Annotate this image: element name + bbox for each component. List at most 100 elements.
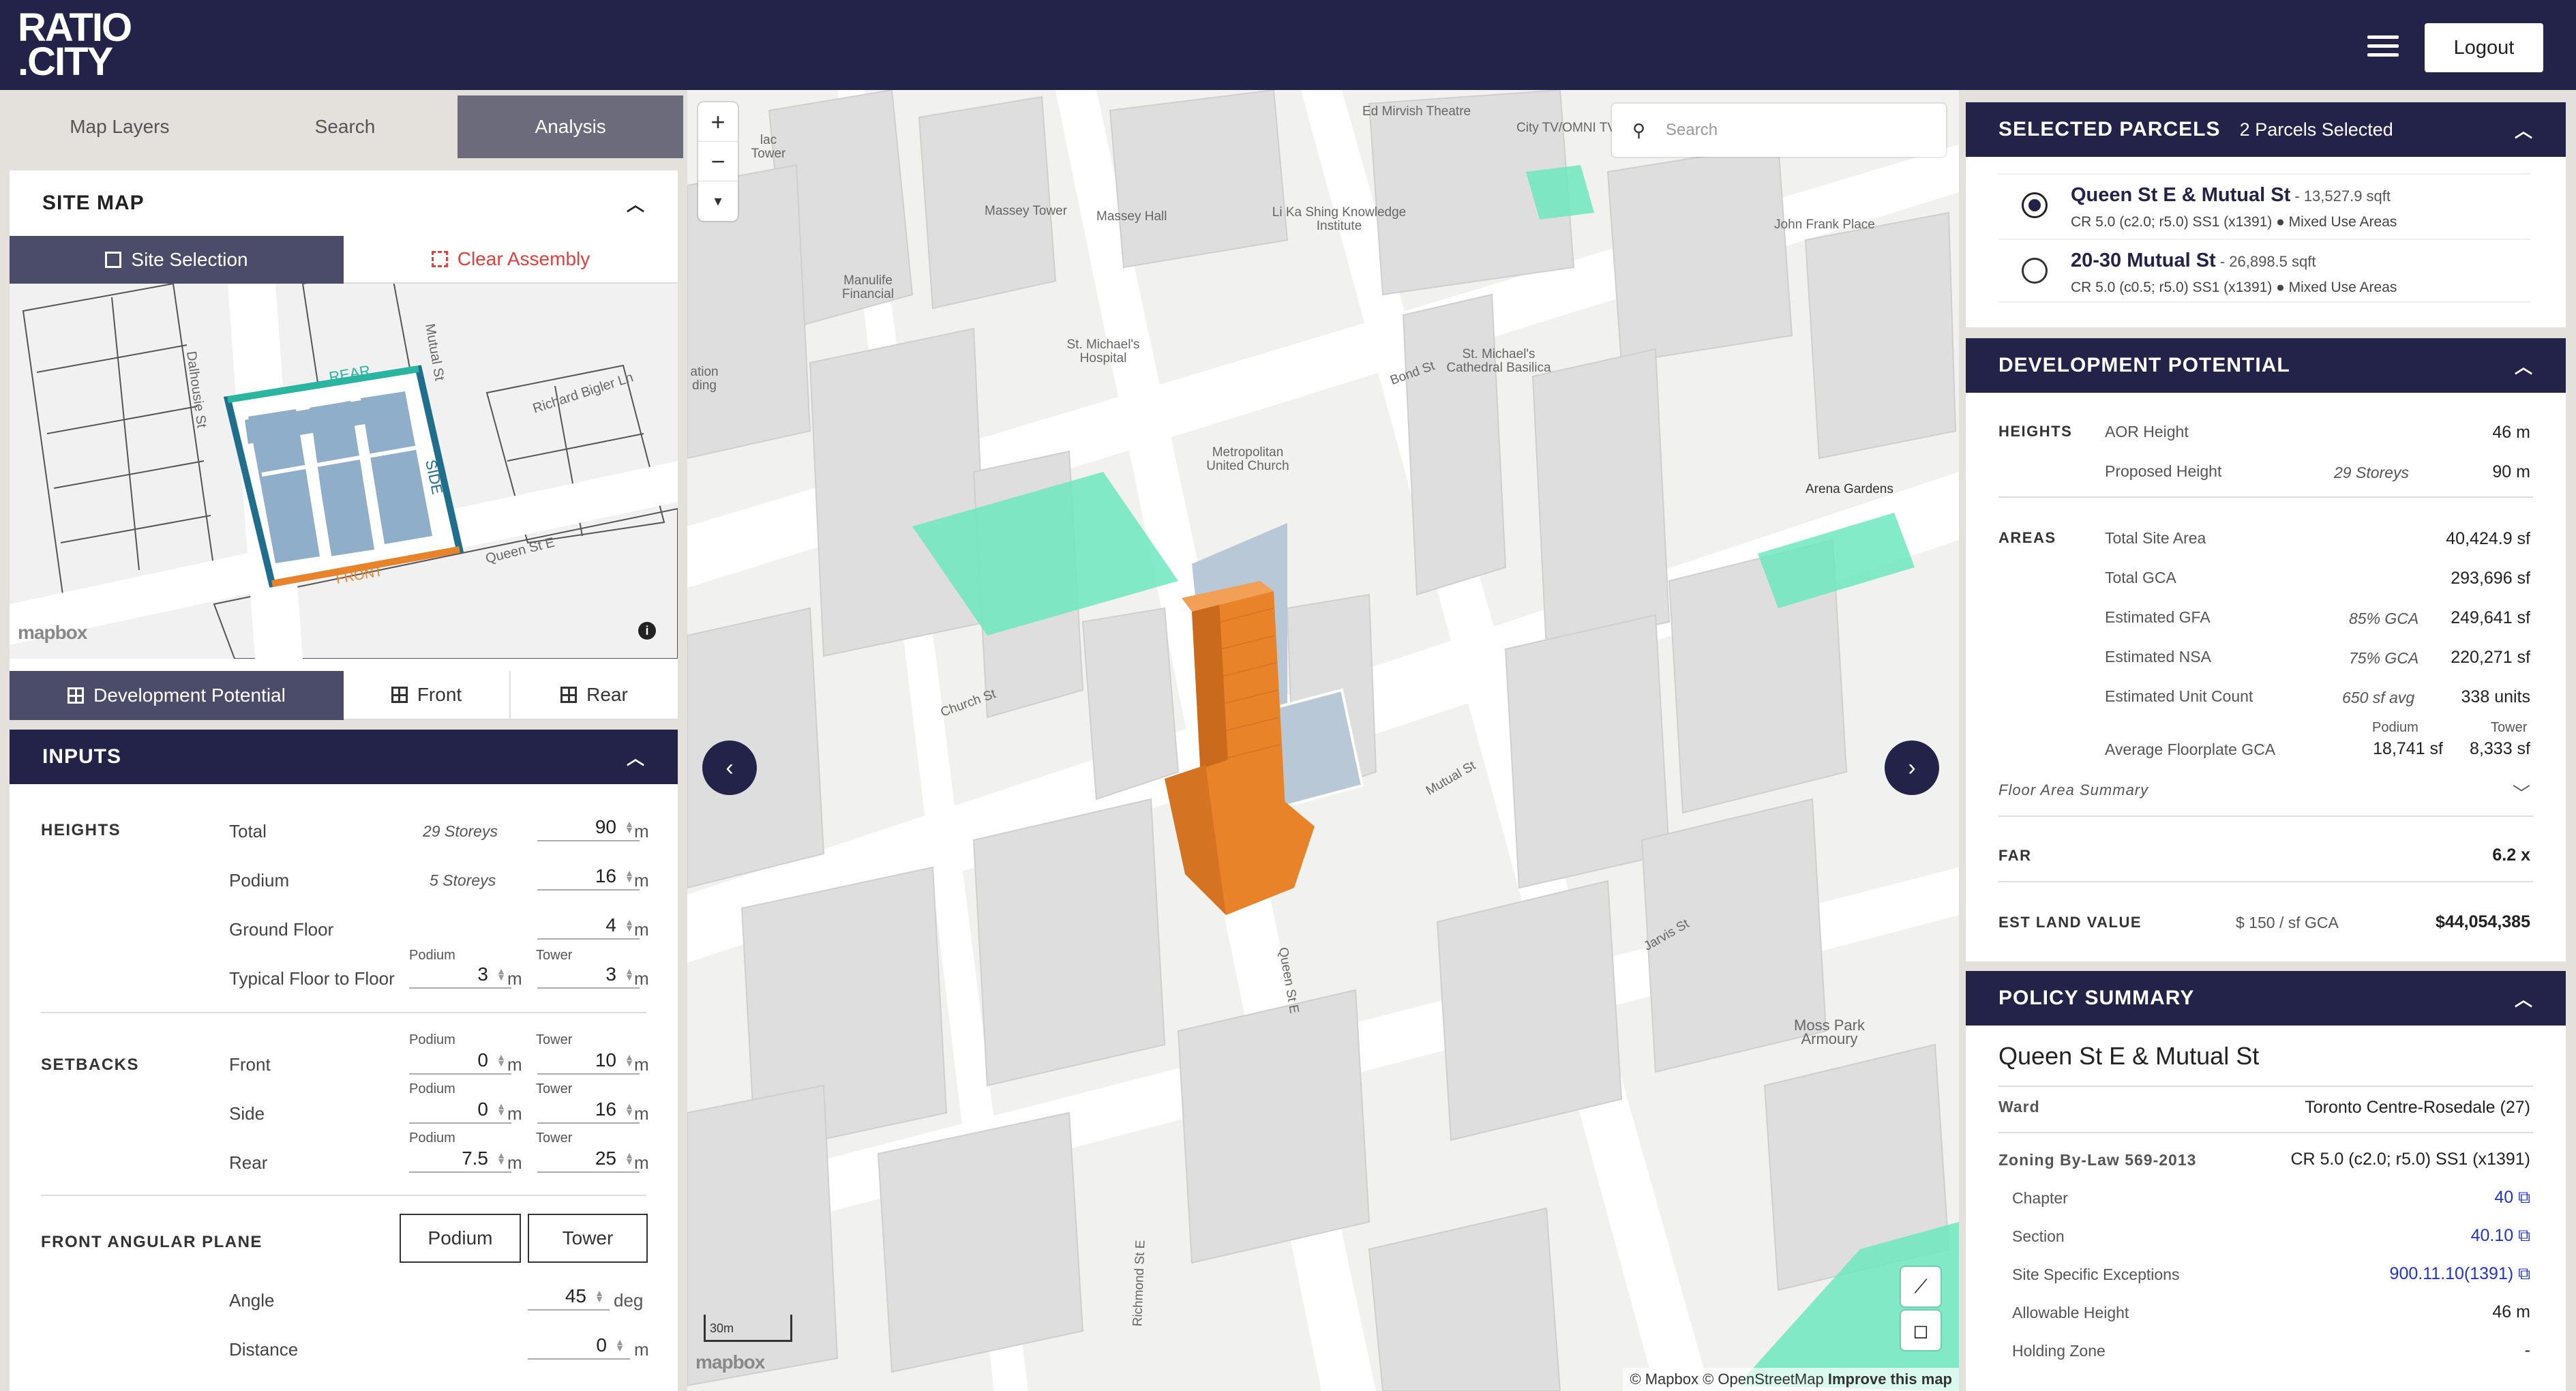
unit-label: m xyxy=(634,1054,649,1075)
policy-summary-card: POLICY SUMMARY ︿ Queen St E & Mutual St … xyxy=(1966,971,2566,1391)
logout-button[interactable]: Logout xyxy=(2425,23,2543,72)
chevron-up-icon[interactable]: ︿ xyxy=(2515,353,2533,378)
chevron-down-icon[interactable]: ﹀ xyxy=(2513,780,2530,805)
development-potential-header[interactable]: DEVELOPMENT POTENTIAL ︿ xyxy=(1966,338,2566,393)
hamburger-menu-icon[interactable] xyxy=(2367,35,2399,59)
stepper-icon[interactable]: ▲ ▼ xyxy=(496,966,506,982)
total-gca-value: 293,696 sf xyxy=(2451,569,2530,588)
holding-zone-label: Holding Zone xyxy=(2012,1342,2106,1360)
stepper-icon[interactable]: ▲ ▼ xyxy=(625,1150,634,1166)
unit-count-label: Estimated Unit Count xyxy=(2105,687,2253,705)
typical-floor-label: Typical Floor to Floor xyxy=(229,968,395,989)
tab-map-layers[interactable]: Map Layers xyxy=(7,95,233,158)
info-icon[interactable]: i xyxy=(638,622,656,640)
stepper-icon[interactable]: ▲ ▼ xyxy=(496,1052,506,1068)
front-setback-label: Front xyxy=(229,1054,271,1075)
measure-line-tool[interactable]: ⟋ xyxy=(1901,1267,1941,1306)
rear-tower-input[interactable]: 25 ▲ ▼ xyxy=(537,1147,640,1173)
side-podium-input[interactable]: 0 ▲ ▼ xyxy=(409,1098,511,1124)
chevron-up-icon[interactable]: ︿ xyxy=(2515,117,2533,143)
fap-podium-button[interactable]: Podium xyxy=(400,1214,521,1263)
clear-assembly-button[interactable]: Clear Assembly xyxy=(344,236,678,284)
land-value-rate: $ 150 / sf GCA xyxy=(2236,914,2339,931)
section-link[interactable]: 40.10 ⧉ xyxy=(2471,1226,2530,1246)
floor-area-summary-toggle[interactable]: Floor Area Summary xyxy=(1998,781,2148,799)
site-mini-map[interactable]: REAR SIDE FRONT Dalhousie St Mutual St R… xyxy=(10,284,678,659)
rear-podium-value: 7.5 xyxy=(462,1148,488,1169)
previous-button[interactable]: ‹ xyxy=(702,741,757,795)
next-button[interactable]: › xyxy=(1885,741,1939,795)
stepper-icon[interactable]: ▲ ▼ xyxy=(625,1052,634,1068)
mapbox-logo: mapbox xyxy=(695,1351,765,1373)
zoom-in-button[interactable]: + xyxy=(698,102,738,142)
site-selection-button[interactable]: Site Selection xyxy=(10,236,344,284)
stepper-icon[interactable]: ▲ ▼ xyxy=(625,868,634,884)
improve-map-link[interactable]: Improve this map xyxy=(1828,1371,1952,1388)
external-link-icon: ⧉ xyxy=(2518,1264,2530,1283)
side-podium-value: 0 xyxy=(477,1098,488,1120)
parcel-item[interactable]: Queen St E & Mutual St - 13,527.9 sqft C… xyxy=(1998,173,2530,237)
rear-tower-value: 25 xyxy=(595,1148,616,1169)
selected-parcels-card: SELECTED PARCELS 2 Parcels Selected ︿ Qu… xyxy=(1966,102,2566,327)
front-view-icon xyxy=(391,687,408,703)
selected-parcels-header[interactable]: SELECTED PARCELS 2 Parcels Selected ︿ xyxy=(1966,102,2566,157)
unit-label: m xyxy=(634,919,649,940)
stepper-icon[interactable]: ▲ ▼ xyxy=(615,1337,625,1353)
estimated-nsa-label: Estimated NSA xyxy=(2105,648,2211,665)
zoning-bylaw-value: CR 5.0 (c2.0; r5.0) SS1 (x1391) xyxy=(2290,1150,2530,1169)
map-search-input[interactable]: ⚲ Search xyxy=(1612,104,1946,157)
zoom-out-button[interactable]: − xyxy=(698,142,738,181)
allowable-height-value: 46 m xyxy=(2492,1302,2530,1321)
development-potential-button[interactable]: Development Potential xyxy=(10,671,344,720)
stepper-icon[interactable]: ▲ ▼ xyxy=(496,1150,506,1166)
stepper-icon[interactable]: ▲ ▼ xyxy=(625,917,634,933)
radio-unselected[interactable] xyxy=(2022,258,2048,284)
mapbox-logo: mapbox xyxy=(18,622,87,643)
total-site-area-value: 40,424.9 sf xyxy=(2446,529,2530,548)
distance-label: Distance xyxy=(229,1339,299,1360)
site-exceptions-link[interactable]: 900.11.10(1391) ⧉ xyxy=(2390,1264,2530,1284)
right-panel: SELECTED PARCELS 2 Parcels Selected ︿ Qu… xyxy=(1959,90,2576,1391)
front-tower-input[interactable]: 10 ▲ ▼ xyxy=(537,1049,640,1075)
stepper-icon[interactable]: ▲ ▼ xyxy=(595,1288,604,1304)
front-tower-value: 10 xyxy=(595,1049,616,1071)
site-exceptions-label: Site Specific Exceptions xyxy=(2012,1266,2180,1283)
chapter-link[interactable]: 40 ⧉ xyxy=(2494,1188,2530,1208)
front-podium-input[interactable]: 0 ▲ ▼ xyxy=(409,1049,511,1075)
side-tower-input[interactable]: 16 ▲ ▼ xyxy=(537,1098,640,1124)
fap-tower-button[interactable]: Tower xyxy=(528,1214,648,1263)
polygon-tool[interactable]: ◻ xyxy=(1901,1311,1941,1350)
3d-map[interactable]: Ed Mirvish Theatre City TV/OMNI TV Masse… xyxy=(687,90,1959,1391)
floorplate-podium-sublabel: Podium xyxy=(2372,720,2418,735)
stepper-icon[interactable]: ▲ ▼ xyxy=(625,819,634,835)
typical-tower-sublabel: Tower xyxy=(536,948,573,963)
stepper-icon[interactable]: ▲ ▼ xyxy=(625,966,634,982)
rear-podium-input[interactable]: 7.5 ▲ ▼ xyxy=(409,1147,511,1173)
stepper-icon[interactable]: ▲ ▼ xyxy=(496,1101,506,1117)
angle-input[interactable]: 45 ▲ ▼ xyxy=(528,1285,610,1311)
parcel-item[interactable]: 20-30 Mutual St - 26,898.5 sqft CR 5.0 (… xyxy=(1998,239,2530,303)
site-selection-label: Site Selection xyxy=(131,249,248,270)
chevron-up-icon[interactable]: ︿ xyxy=(2515,986,2533,1011)
ratio-city-logo[interactable]: RATIO .CITY xyxy=(18,8,132,82)
site-map-header[interactable]: SITE MAP ︿ xyxy=(10,170,678,236)
total-height-input[interactable]: 90 ▲ ▼ xyxy=(537,816,640,841)
total-height-value: 90 xyxy=(595,816,616,837)
proposed-height-label: Proposed Height xyxy=(2105,462,2222,480)
typical-podium-input[interactable]: 3 ▲ ▼ xyxy=(409,963,511,989)
front-view-button[interactable]: Front xyxy=(344,671,511,720)
policy-summary-header[interactable]: POLICY SUMMARY ︿ xyxy=(1966,971,2566,1026)
chevron-up-icon[interactable]: ︿ xyxy=(627,191,645,216)
total-storeys: 29 Storeys xyxy=(423,822,498,840)
tab-search[interactable]: Search xyxy=(232,95,458,158)
distance-input[interactable]: 0 ▲ ▼ xyxy=(528,1334,630,1360)
radio-selected[interactable] xyxy=(2022,192,2048,218)
tab-analysis[interactable]: Analysis xyxy=(458,95,684,158)
rear-view-button[interactable]: Rear xyxy=(511,671,678,720)
stepper-icon[interactable]: ▲ ▼ xyxy=(625,1101,634,1117)
typical-tower-input[interactable]: 3 ▲ ▼ xyxy=(537,963,640,989)
ground-floor-input[interactable]: 4 ▲ ▼ xyxy=(537,914,640,940)
compass-button[interactable]: ▾ xyxy=(698,181,738,221)
attribution-text: © Mapbox © OpenStreetMap xyxy=(1630,1371,1824,1388)
podium-height-input[interactable]: 16 ▲ ▼ xyxy=(537,865,640,891)
